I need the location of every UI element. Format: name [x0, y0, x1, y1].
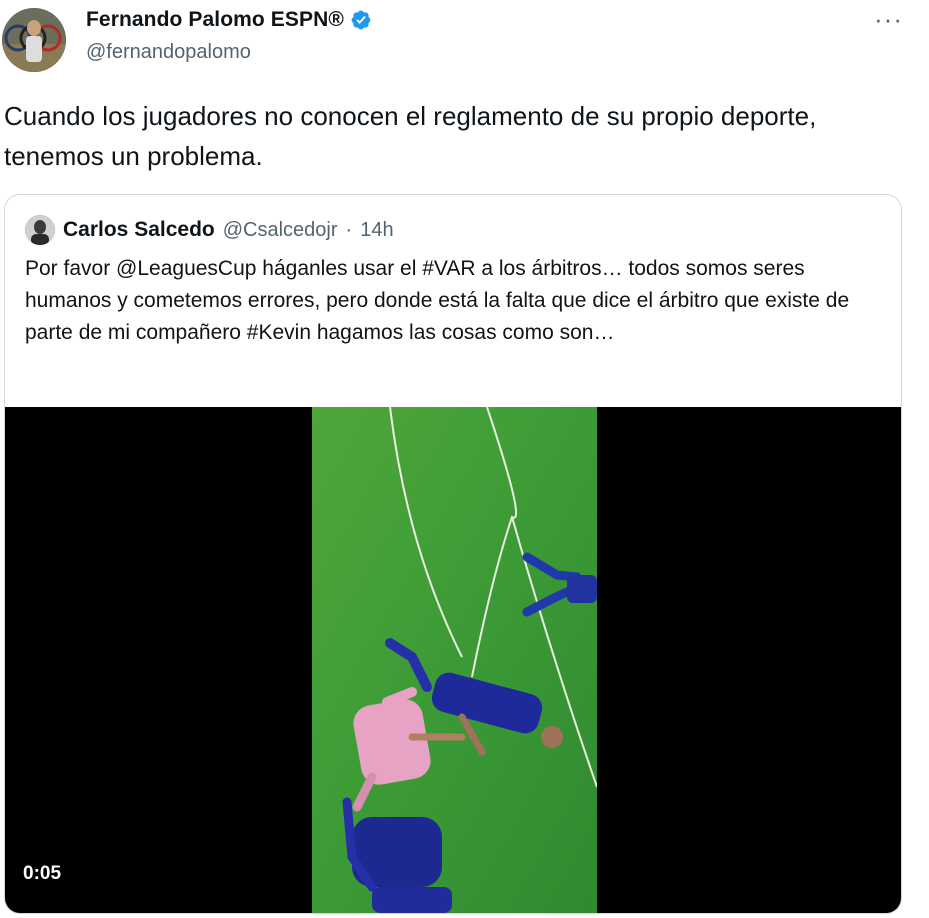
tweet-text: Cuando los jugadores no conocen el regla… — [4, 101, 817, 171]
avatar-image — [2, 8, 66, 72]
quoted-tweet-text: Por favor @LeaguesCup háganles usar el #… — [25, 257, 850, 344]
video-duration-label: 0:05 — [23, 863, 62, 884]
video-frame — [312, 407, 597, 913]
video-player[interactable]: 0:05 — [5, 407, 901, 913]
more-options-icon[interactable]: ··· — [874, 4, 903, 35]
author-display-name[interactable]: Fernando Palomo ESPN® — [86, 8, 344, 32]
quoted-timestamp[interactable]: 14h — [360, 219, 393, 242]
quoted-avatar-image — [25, 215, 55, 245]
author-avatar[interactable] — [2, 8, 66, 72]
quoted-tweet-card[interactable]: Carlos Salcedo @Csalcedojr · 14h Por fav… — [4, 194, 902, 914]
quoted-handle[interactable]: @Csalcedojr — [223, 219, 338, 242]
meta-separator: · — [345, 218, 353, 241]
quoted-author-avatar[interactable] — [25, 215, 55, 245]
verified-badge-icon — [351, 10, 371, 30]
quoted-display-name[interactable]: Carlos Salcedo — [63, 218, 215, 242]
author-handle[interactable]: @fernandopalomo — [86, 41, 251, 64]
